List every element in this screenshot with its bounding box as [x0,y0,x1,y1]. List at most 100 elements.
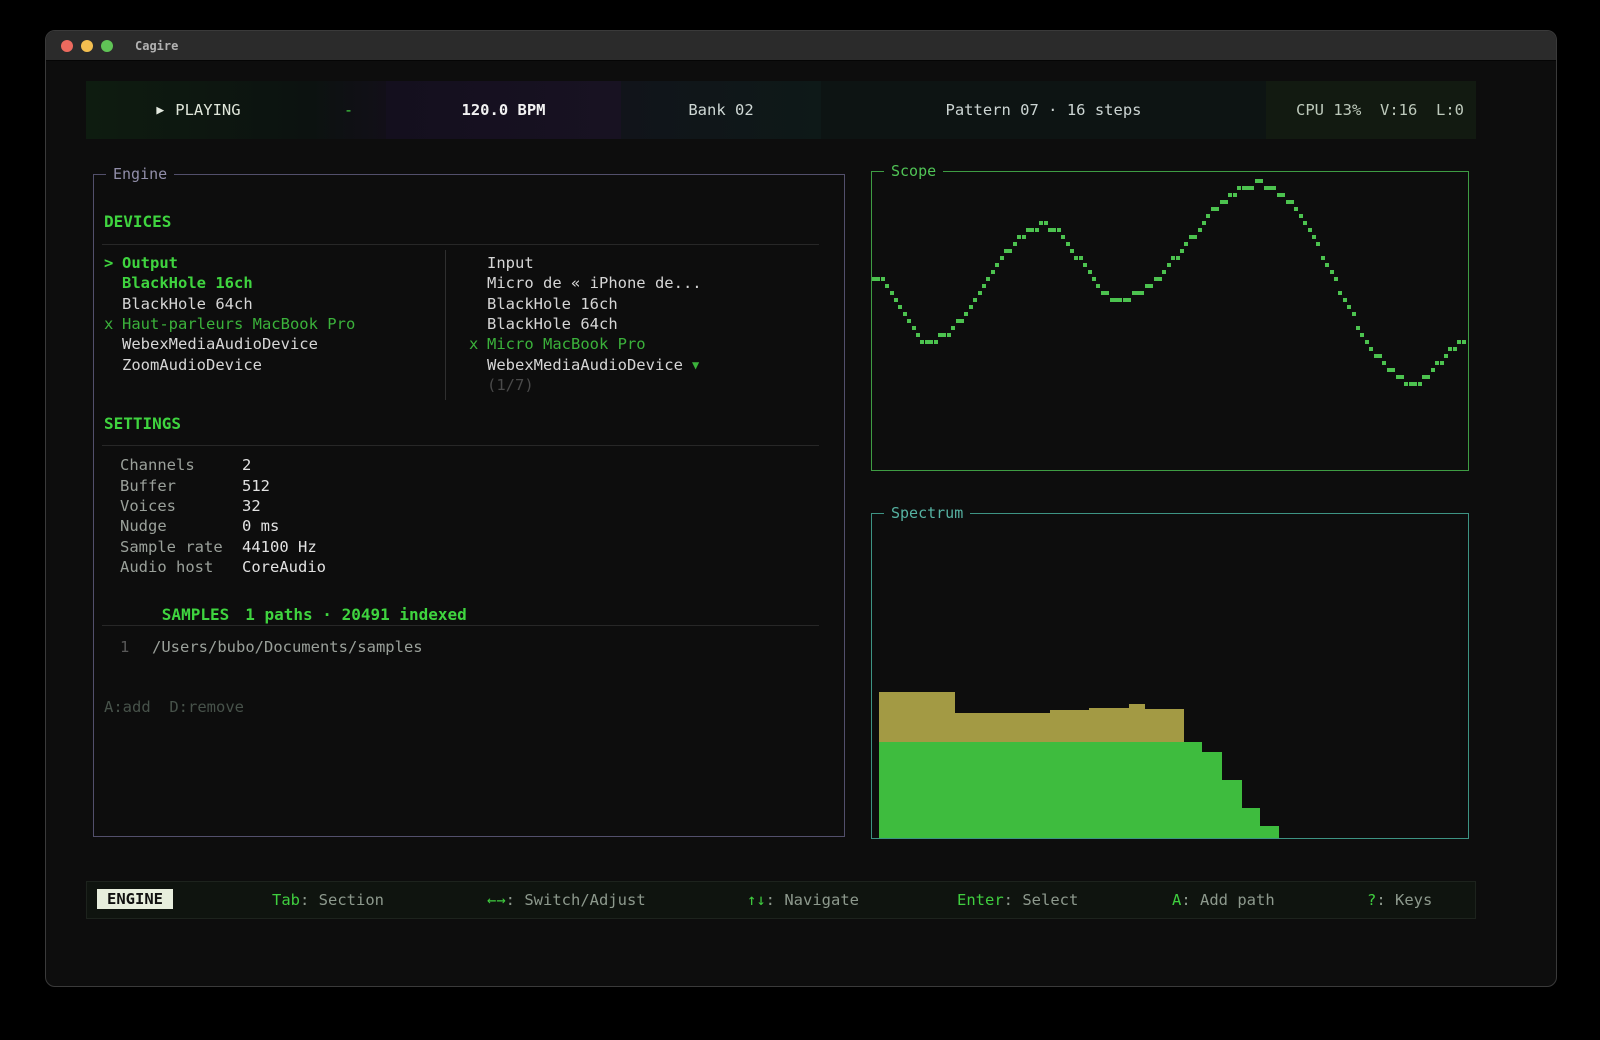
setting-label: Nudge [120,517,242,535]
setting-value[interactable]: 2 [242,456,251,474]
device-label: BlackHole 64ch [487,315,618,333]
bank-value: Bank 02 [688,101,753,119]
column-divider [445,250,446,400]
device-row[interactable]: BlackHole 64ch [469,314,702,334]
status-bar: ENGINE Tab: Section←→: Switch/Adjust↑↓: … [86,881,1476,919]
key-hint-label: : Section [300,891,384,909]
minimize-button[interactable] [81,40,93,52]
device-label: Input [487,254,534,272]
setting-value[interactable]: CoreAudio [242,558,326,576]
key-hint: ←→: Switch/Adjust [487,882,646,918]
device-row[interactable]: Input [469,253,702,273]
scope-panel: Scope [871,171,1469,471]
device-label: Micro MacBook Pro [487,335,646,353]
key-hint: A: Add path [1172,882,1275,918]
maximize-button[interactable] [101,40,113,52]
setting-value[interactable]: 44100 Hz [242,538,317,556]
device-label: Output [122,254,178,272]
setting-value[interactable]: 512 [242,477,270,495]
bpm-display[interactable]: 120.0 BPM [386,81,621,139]
spectrum-peak [879,692,955,742]
device-row[interactable]: BlackHole 64ch [104,294,355,314]
key-hint-label: : Add path [1181,891,1274,909]
device-label: ZoomAudioDevice [122,356,262,374]
sample-path-row[interactable]: 1 /Users/bubo/Documents/samples [120,637,423,657]
key-hint: Enter: Select [957,882,1078,918]
setting-value[interactable]: 0 ms [242,517,279,535]
transport-status[interactable]: ▶ PLAYING [86,81,311,139]
transport-label: PLAYING [175,101,240,119]
section-badge: ENGINE [97,889,173,909]
device-label: BlackHole 64ch [122,295,253,313]
spectrum-peak [1089,708,1129,742]
device-label: BlackHole 16ch [122,274,253,292]
setting-row[interactable]: Sample rate44100 Hz [120,537,326,557]
device-row[interactable]: Micro de « iPhone de... [469,273,702,293]
spectrum-peak [955,713,1050,742]
divider [102,445,819,446]
key-hint-key: Enter [957,891,1004,909]
setting-value[interactable]: 32 [242,497,261,515]
key-hint-key: ↑↓ [747,891,766,909]
key-hint: ↑↓: Navigate [747,882,859,918]
app-window: Cagire ▶ PLAYING - 120.0 BPM Bank 02 Pat… [45,30,1557,987]
device-row[interactable]: xMicro MacBook Pro [469,334,702,354]
device-row[interactable]: (1/7) [469,375,702,395]
spectrum-bar [879,742,1202,838]
key-hint-label: : Switch/Adjust [506,891,646,909]
setting-row[interactable]: Audio hostCoreAudio [120,557,326,577]
key-hint: Tab: Section [272,882,384,918]
close-button[interactable] [61,40,73,52]
devices-header: DEVICES [104,212,171,231]
samples-title: SAMPLES [162,605,229,624]
spectrum-bar [1242,808,1260,838]
input-device-list: Input Micro de « iPhone de... BlackHole 16… [469,253,702,395]
setting-label: Voices [120,497,242,515]
device-row[interactable]: WebexMediaAudioDevice ▼ [469,354,702,374]
setting-label: Audio host [120,558,242,576]
divider [102,625,819,626]
device-row[interactable]: xHaut-parleurs MacBook Pro [104,314,355,334]
play-icon: ▶ [156,103,164,118]
spectrum-panel: Spectrum [871,513,1469,839]
device-row[interactable]: BlackHole 16ch [104,273,355,293]
key-hint-label: : Keys [1376,891,1432,909]
setting-row[interactable]: Buffer512 [120,475,326,495]
device-row[interactable]: >Output [104,253,355,273]
setting-label: Sample rate [120,538,242,556]
transport-bar: ▶ PLAYING - 120.0 BPM Bank 02 Pattern 07… [86,81,1476,139]
active-marker-icon: x [469,335,487,353]
spectrum-peak [1145,709,1184,742]
device-label: Micro de « iPhone de... [487,274,702,292]
bank-display[interactable]: Bank 02 [621,81,821,139]
settings-header: SETTINGS [104,414,181,433]
key-hint-key: A [1172,891,1181,909]
setting-row[interactable]: Channels2 [120,455,326,475]
spectrum-bar [1222,780,1242,838]
device-row[interactable]: WebexMediaAudioDevice [104,334,355,354]
samples-summary: 1 paths · 20491 indexed [245,605,467,624]
setting-label: Buffer [120,477,242,495]
setting-label: Channels [120,456,242,474]
engine-panel-title: Engine [106,165,174,183]
spectrum-peak [1050,710,1089,742]
sample-path-index: 1 [120,638,152,656]
setting-row[interactable]: Voices32 [120,496,326,516]
key-hint-label: : Select [1004,891,1079,909]
dropdown-arrow-icon: ▼ [692,358,699,372]
key-hint-label: : Navigate [766,891,859,909]
setting-row[interactable]: Nudge0 ms [120,516,326,536]
window-title: Cagire [135,39,178,53]
active-marker-icon: x [104,315,122,333]
bpm-value: 120.0 BPM [462,101,546,119]
key-hint-key: ? [1367,891,1376,909]
settings-list: Channels2Buffer512Voices32Nudge0 msSampl… [120,455,326,577]
pattern-display[interactable]: Pattern 07 · 16 steps [821,81,1266,139]
titlebar: Cagire [46,31,1556,61]
device-label: WebexMediaAudioDevice [487,356,683,374]
cpu-stats: CPU 13% V:16 L:0 [1266,81,1476,139]
key-hint-key: Tab [272,891,300,909]
device-row[interactable]: BlackHole 16ch [469,294,702,314]
device-row[interactable]: ZoomAudioDevice [104,354,355,374]
device-label: BlackHole 16ch [487,295,618,313]
